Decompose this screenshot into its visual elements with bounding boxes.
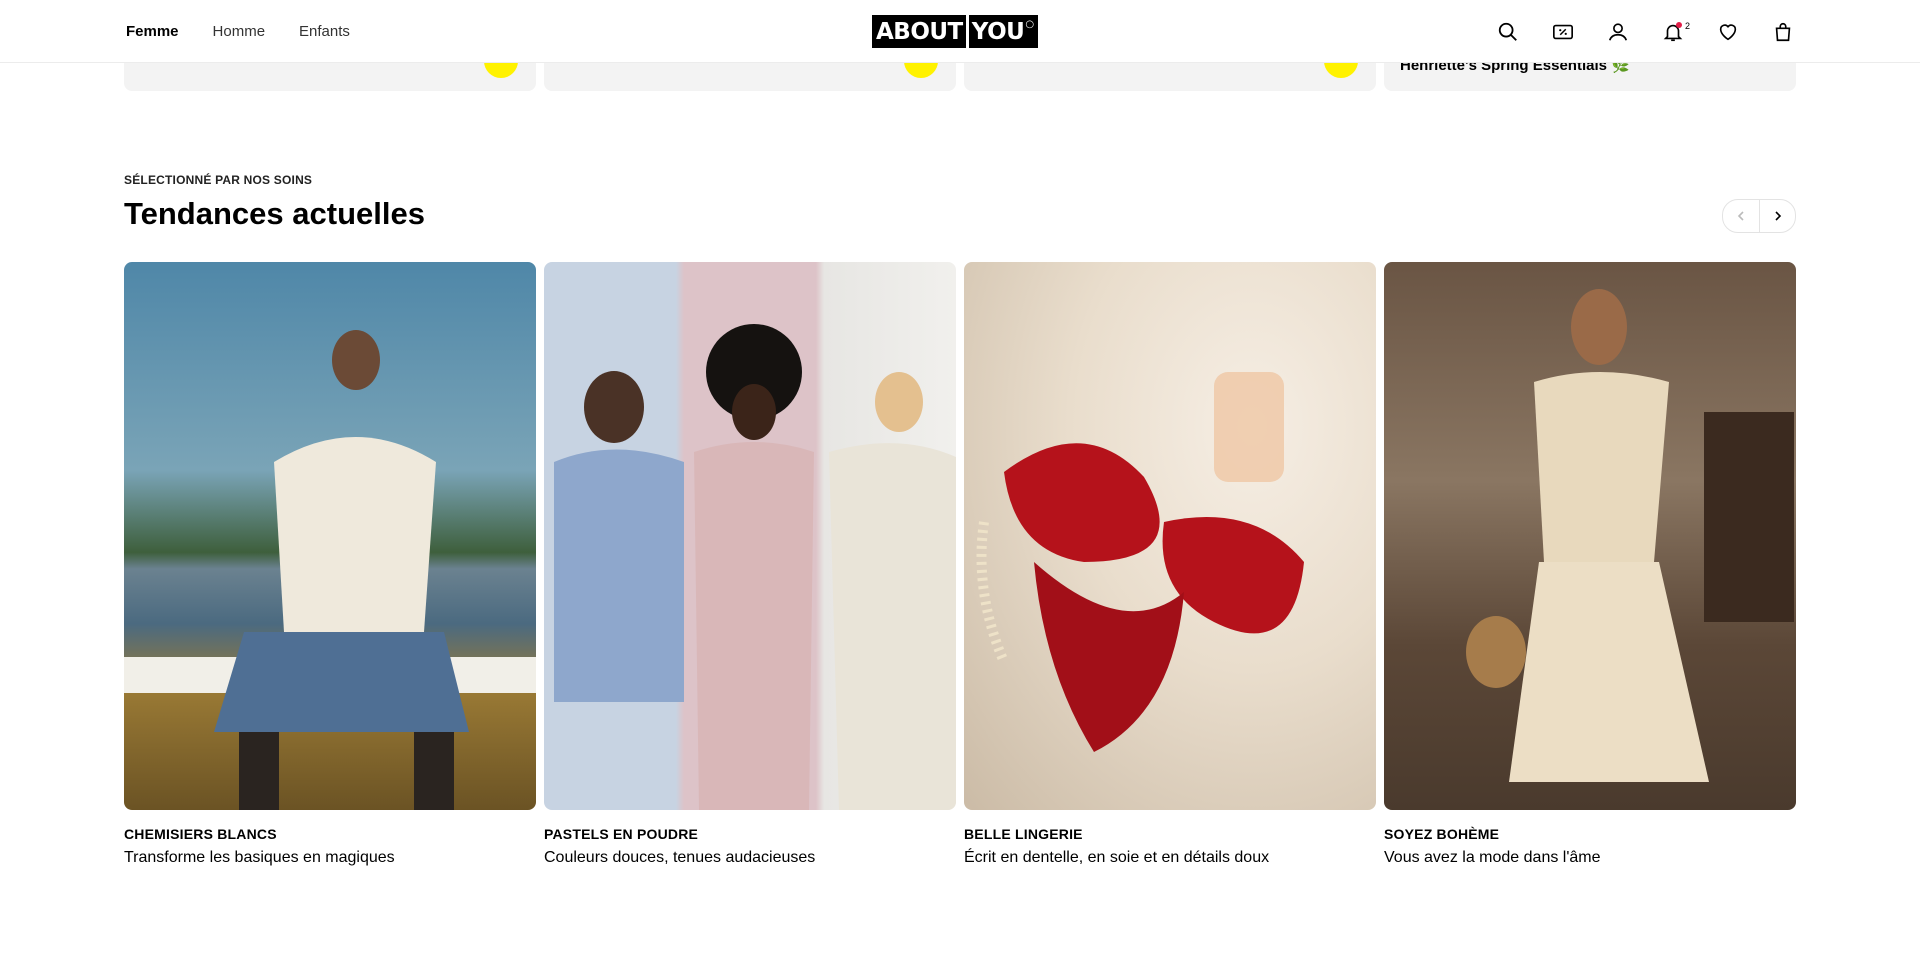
prev-button[interactable] bbox=[1723, 200, 1759, 232]
trend-image-boho[interactable] bbox=[1384, 262, 1796, 810]
trend-image-white-blouses[interactable] bbox=[124, 262, 536, 810]
nav-item-enfants[interactable]: Enfants bbox=[299, 23, 350, 40]
search-icon[interactable] bbox=[1495, 19, 1521, 45]
chevron-right-icon bbox=[1774, 211, 1781, 221]
nav-item-femme[interactable]: Femme bbox=[126, 23, 179, 40]
trend-card-description: Transforme les basiques en magiques bbox=[124, 849, 395, 866]
trend-card-label: SOYEZ BOHÈME bbox=[1384, 826, 1500, 842]
account-icon[interactable] bbox=[1605, 19, 1631, 45]
trend-card-label: CHEMISIERS BLANCS bbox=[124, 826, 277, 842]
heart-icon[interactable] bbox=[1715, 19, 1741, 45]
trend-image-lingerie[interactable] bbox=[964, 262, 1376, 810]
nav-item-homme[interactable]: Homme bbox=[213, 23, 266, 40]
section-eyebrow: SÉLECTIONNÉ PAR NOS SOINS bbox=[124, 173, 313, 187]
trend-card[interactable]: BELLE LINGERIE Écrit en dentelle, en soi… bbox=[964, 262, 1376, 867]
trends-carousel: CHEMISIERS BLANCS Transforme les basique… bbox=[124, 262, 1796, 867]
chevron-left-icon bbox=[1737, 211, 1744, 221]
bag-icon[interactable] bbox=[1770, 19, 1796, 45]
trend-card[interactable]: PASTELS EN POUDRE Couleurs douces, tenue… bbox=[544, 262, 956, 867]
section-title: Tendances actuelles bbox=[124, 196, 425, 231]
trend-card-description: Vous avez la mode dans l'âme bbox=[1384, 849, 1601, 866]
notification-dot bbox=[1676, 21, 1682, 28]
discount-icon[interactable] bbox=[1550, 19, 1576, 45]
about-you-logo[interactable]: ABOUT YOU ○ bbox=[872, 15, 1038, 48]
trend-image-pastels[interactable] bbox=[544, 262, 956, 810]
trend-card-label: PASTELS EN POUDRE bbox=[544, 826, 699, 842]
notification-count: 2 bbox=[1684, 20, 1690, 31]
trend-card-description: Écrit en dentelle, en soie et en détails… bbox=[964, 849, 1270, 866]
carousel-arrows bbox=[1722, 199, 1796, 233]
logo-text-left: ABOUT bbox=[876, 18, 963, 45]
logo-mark: ○ bbox=[1025, 19, 1034, 30]
gender-nav: Femme Homme Enfants bbox=[126, 0, 350, 63]
trend-card[interactable]: CHEMISIERS BLANCS Transforme les basique… bbox=[124, 262, 536, 867]
site-header: Femme Homme Enfants ABOUT YOU ○ 2 bbox=[0, 0, 1920, 63]
bell-icon[interactable]: 2 bbox=[1660, 19, 1690, 45]
logo-text-right: YOU bbox=[971, 18, 1025, 45]
logo-separator bbox=[965, 15, 969, 48]
trend-card[interactable]: SOYEZ BOHÈME Vous avez la mode dans l'âm… bbox=[1384, 262, 1796, 867]
header-icons: 2 bbox=[1495, 0, 1796, 63]
trend-card-label: BELLE LINGERIE bbox=[964, 826, 1083, 842]
next-button[interactable] bbox=[1759, 200, 1795, 232]
trend-card-description: Couleurs douces, tenues audacieuses bbox=[544, 849, 816, 866]
